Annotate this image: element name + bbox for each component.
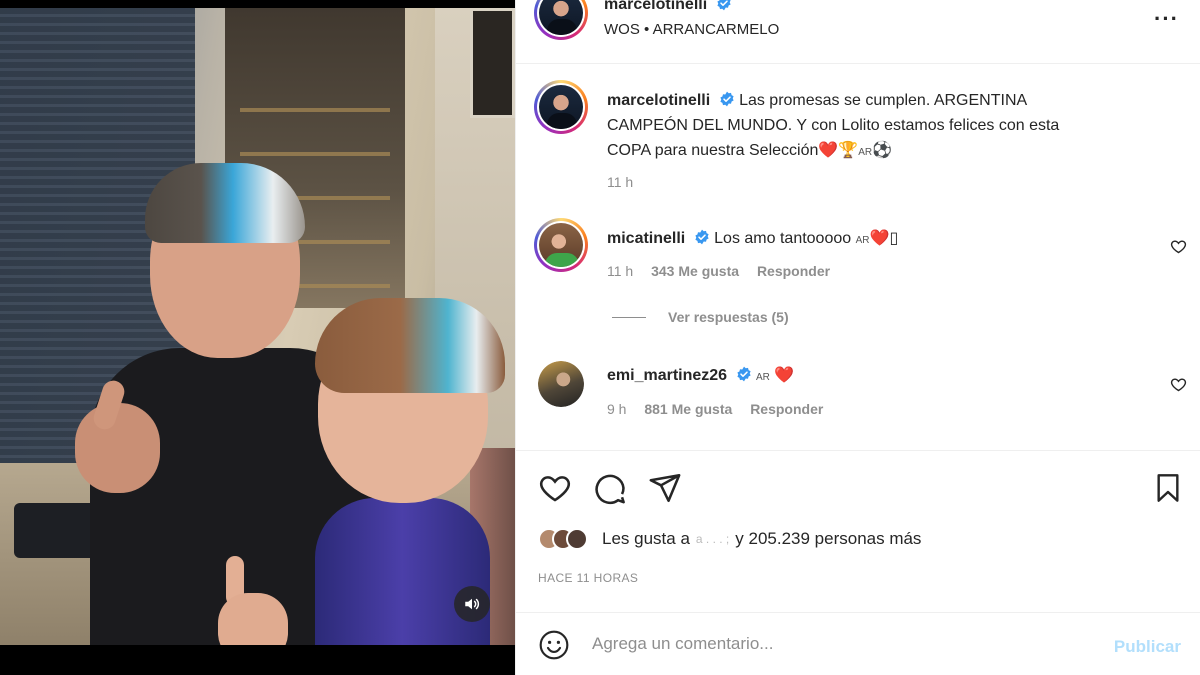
verified-badge-icon <box>736 366 751 382</box>
comment-like-heart-icon[interactable] <box>1170 238 1187 255</box>
caption-emoji: ❤️🏆 <box>818 142 859 159</box>
commenter-avatar[interactable] <box>534 218 588 272</box>
verified-badge-icon <box>717 0 731 11</box>
avatar <box>539 85 583 129</box>
likes-prefix: Les gusta a <box>602 529 690 548</box>
view-replies-label: Ver respuestas (5) <box>668 309 789 325</box>
comment-input[interactable] <box>592 631 1072 657</box>
heart-emoji: ❤️ <box>774 367 795 384</box>
verified-badge-icon <box>720 91 734 107</box>
flag-ar: AR <box>755 372 770 383</box>
unknown-glyph: ▯ <box>889 230 899 247</box>
likes-count[interactable]: y 205.239 personas más <box>735 529 921 549</box>
caption-line-3: COPA para nuestra Selección <box>607 142 819 159</box>
audio-toggle-button[interactable] <box>454 586 490 622</box>
speaker-icon <box>465 598 480 610</box>
caption-avatar[interactable] <box>534 80 588 134</box>
reply-button[interactable]: Responder <box>757 263 830 279</box>
flag-ar: AR <box>858 147 873 158</box>
comment-composer: Publicar <box>516 612 1200 675</box>
view-replies-button[interactable]: Ver respuestas (5) <box>612 309 789 325</box>
bookmark-icon[interactable] <box>1152 471 1184 505</box>
comment-meta: 9 h 881 Me gusta Responder <box>607 401 837 417</box>
comment-time[interactable]: 9 h <box>607 401 626 417</box>
publish-button[interactable]: Publicar <box>1114 637 1181 657</box>
post-timestamp[interactable]: HACE 11 HORAS <box>538 571 638 585</box>
author-avatar[interactable] <box>534 0 588 40</box>
instagram-post-view: marcelotinelli WOS • ARRANCARMELO ··· ma… <box>0 0 1200 675</box>
audio-track-link[interactable]: WOS • ARRANCARMELO <box>604 21 779 38</box>
replies-divider <box>612 316 646 318</box>
comment-time[interactable]: 11 h <box>607 263 633 279</box>
comment-like-heart-icon[interactable] <box>1170 376 1187 393</box>
more-dots-icon: ··· <box>1154 6 1179 31</box>
likes-summary[interactable]: Les gusta a a . . . ; y 205.239 personas… <box>538 528 921 550</box>
reply-button[interactable]: Responder <box>750 401 823 417</box>
caption-meta: 11 h <box>607 174 647 190</box>
caption-time[interactable]: 11 h <box>607 174 633 190</box>
post-header: marcelotinelli WOS • ARRANCARMELO ··· <box>516 0 1200 64</box>
avatar <box>539 223 583 267</box>
comment-likes[interactable]: 881 Me gusta <box>644 401 732 417</box>
boy-jersey <box>315 498 490 645</box>
likes-redacted-name[interactable]: a . . . ; <box>696 532 729 546</box>
comment-username[interactable]: emi_martinez26 <box>607 367 727 384</box>
smiley-icon[interactable] <box>538 629 570 661</box>
heart-emoji: ❤️ <box>869 230 890 247</box>
verified-badge-icon <box>695 229 709 245</box>
paper-plane-icon[interactable] <box>648 471 682 505</box>
comment-body: Los amo tantooooo <box>714 230 852 247</box>
post-sidebar: marcelotinelli WOS • ARRANCARMELO ··· ma… <box>515 0 1200 675</box>
author-name-row: marcelotinelli <box>604 0 732 14</box>
man-arm <box>75 403 160 493</box>
caption-line-1: Las promesas se cumplen. ARGENTINA <box>739 92 1028 109</box>
boy-hand <box>218 593 288 645</box>
more-options-button[interactable]: ··· <box>1154 6 1179 32</box>
wall-frame <box>470 8 515 118</box>
author-username[interactable]: marcelotinelli <box>604 0 707 13</box>
caption-username[interactable]: marcelotinelli <box>607 92 710 109</box>
liker-avatar <box>566 528 588 550</box>
post-actions <box>516 450 1200 522</box>
comment-text: micatinelli Los amo tantooooo AR❤️▯ <box>607 226 1167 253</box>
comment-text: emi_martinez26 AR ❤️ <box>607 363 1167 390</box>
heart-icon[interactable] <box>538 471 572 505</box>
comment-meta: 11 h 343 Me gusta Responder <box>607 263 844 279</box>
comment-username[interactable]: micatinelli <box>607 230 685 247</box>
comment-likes[interactable]: 343 Me gusta <box>651 263 739 279</box>
caption-line-2: CAMPEÓN DEL MUNDO. Y con Lolito estamos … <box>607 117 1060 134</box>
avatar <box>539 0 583 35</box>
caption-text: marcelotinelli Las promesas se cumplen. … <box>607 88 1167 165</box>
comment-icon[interactable] <box>593 471 627 505</box>
post-media[interactable] <box>0 0 515 675</box>
post-photo <box>0 8 515 645</box>
boy-hair-dyed <box>315 298 505 393</box>
avatar <box>538 361 584 407</box>
commenter-avatar[interactable] <box>538 361 584 407</box>
soccer-ball-emoji: ⚽ <box>872 142 893 159</box>
flag-ar: AR <box>855 235 870 246</box>
